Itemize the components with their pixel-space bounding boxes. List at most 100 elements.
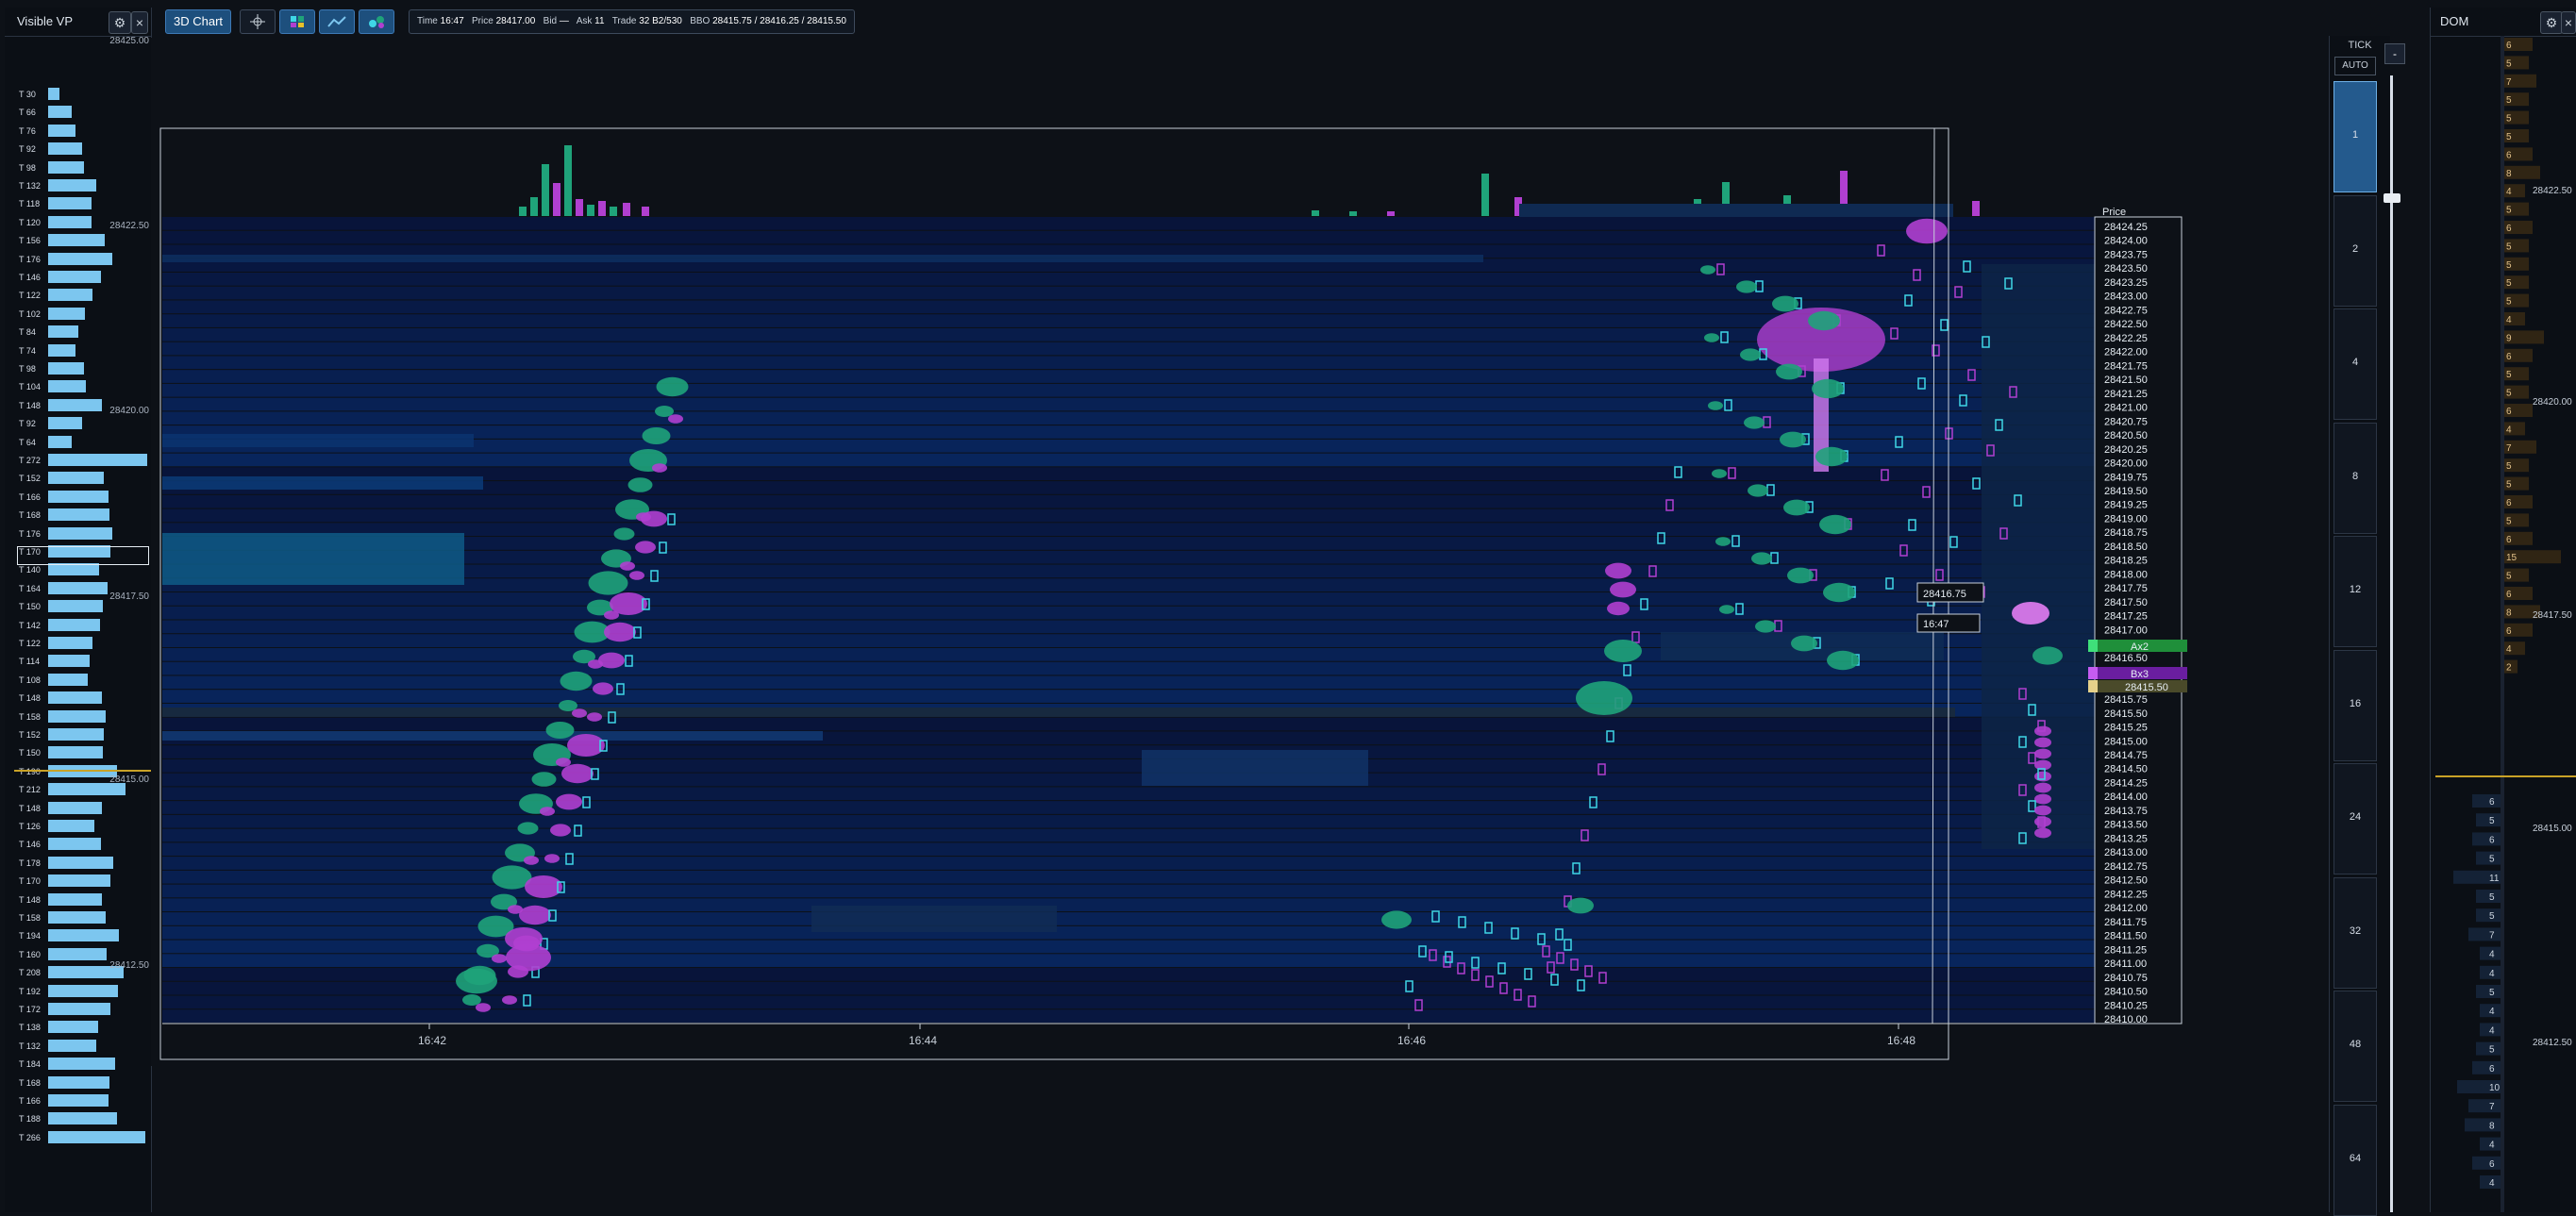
price-tick-label: 28423.00 — [2104, 292, 2148, 303]
trade-bubble — [2034, 737, 2051, 748]
tick-option-label: 2 — [2351, 242, 2359, 255]
tick-option-label: 16 — [2349, 697, 2362, 709]
vp-volume-bar — [48, 362, 84, 375]
vp-volume-bar — [48, 215, 92, 228]
tick-option-4[interactable]: 4 — [2333, 308, 2377, 420]
bubbles-toggle-button[interactable] — [359, 9, 394, 34]
tick-option-64[interactable]: 64 — [2333, 1104, 2377, 1216]
liquidity-band — [162, 708, 1955, 717]
vp-volume-bar — [48, 1021, 98, 1034]
vp-row-label: T 66 — [19, 108, 36, 118]
dom-bid-size: 4 — [2489, 950, 2495, 960]
vp-volume-bar — [48, 563, 99, 576]
price-tick-label: 28423.75 — [2104, 249, 2148, 260]
volume-bar — [1972, 201, 1980, 216]
3d-chart-button[interactable]: 3D Chart — [165, 9, 231, 34]
vp-row-label: T 150 — [19, 602, 41, 612]
liquidity-band — [162, 434, 474, 447]
crosshair-tool-button[interactable] — [240, 9, 276, 34]
tick-option-24[interactable]: 24 — [2333, 763, 2377, 875]
price-tick-label: 28422.75 — [2104, 305, 2148, 316]
tick-option-8[interactable]: 8 — [2333, 422, 2377, 534]
tick-option-32[interactable]: 32 — [2333, 876, 2377, 989]
vp-volume-bar — [48, 508, 109, 522]
dom-settings-gear-icon[interactable]: ⚙ — [2540, 11, 2563, 34]
dom-bid-bar — [2465, 1118, 2501, 1132]
trade-bubble — [545, 722, 575, 739]
heatmap-row — [162, 842, 2095, 857]
heatmap-toggle-button[interactable] — [279, 9, 315, 34]
vp-volume-bar — [48, 691, 102, 705]
vp-volume-bar — [48, 289, 92, 302]
vp-row-label: T 166 — [19, 1096, 41, 1106]
dom-ask-size: 6 — [2506, 41, 2512, 51]
heatmap-row — [162, 940, 2095, 954]
vp-close-icon[interactable]: × — [131, 11, 148, 34]
tick-option-2[interactable]: 2 — [2333, 194, 2377, 307]
vp-volume-bar — [48, 600, 103, 613]
trade-bubble — [1712, 469, 1727, 478]
trade-bubble — [1819, 514, 1851, 535]
tick-title: TICK — [2348, 40, 2372, 51]
price-tick-label: 28412.75 — [2104, 861, 2148, 873]
zoom-minus-button[interactable]: - — [2384, 43, 2405, 64]
tick-option-16[interactable]: 16 — [2333, 649, 2377, 761]
dom-close-icon[interactable]: × — [2561, 11, 2576, 34]
vp-volume-bar — [48, 875, 110, 888]
dom-ladder[interactable]: 6 5 7 5 5 5 6 8 4 5 6 5 5 5 5 4 9 6 5 5 6 4 7 5 5 6 5 6 15 5 6 8 6 4 2 6 5 6 5… — [2431, 36, 2576, 1212]
vp-volume-bar — [48, 343, 75, 357]
price-tick-label: 28424.00 — [2104, 236, 2148, 247]
vp-volume-bar — [48, 929, 119, 942]
price-tick-label: 28423.50 — [2104, 263, 2148, 275]
dom-bid-bar — [2476, 908, 2501, 923]
tick-option-12[interactable]: 12 — [2333, 536, 2377, 647]
vp-row-label: T 104 — [19, 382, 41, 392]
trade-bubble — [1776, 363, 1802, 380]
vp-row-label: T 192 — [19, 986, 41, 996]
vp-row-label: T 158 — [19, 711, 41, 722]
heatmap-row — [162, 1009, 2095, 1023]
tick-option-1[interactable]: 1 — [2333, 81, 2377, 192]
crosshair-time-label: 16:47 — [1923, 619, 1949, 630]
trade-bubble — [1704, 333, 1719, 342]
heatmap-row — [162, 661, 2095, 675]
price-tick-label: 28411.25 — [2104, 944, 2147, 956]
dom-price-label: 28417.50 — [2533, 610, 2572, 621]
vp-row-label: T 148 — [19, 400, 41, 410]
dom-bid-size: 8 — [2489, 1121, 2495, 1131]
vp-volume-bar — [48, 673, 88, 686]
trade-bubble — [1751, 552, 1772, 565]
dom-bid-size: 5 — [2489, 988, 2495, 998]
heatmap-row — [162, 745, 2095, 758]
heatmap-row — [162, 411, 2095, 425]
heatmap-chart[interactable]: 16:42 16:44 16:46 16:48 Price 28424.25 28424… — [151, 38, 2189, 1066]
vp-row-label: T 156 — [19, 236, 41, 246]
dom-ask-size: 6 — [2506, 590, 2512, 600]
line-toggle-button[interactable] — [319, 9, 355, 34]
tick-auto-button[interactable]: AUTO — [2334, 57, 2376, 75]
volume-bar — [610, 207, 617, 216]
volume-bar — [553, 183, 560, 216]
dom-ask-size: 4 — [2506, 425, 2512, 435]
price-tick-label: 28421.50 — [2104, 375, 2148, 386]
price-tick-label: 28414.75 — [2104, 750, 2148, 761]
dom-bid-size: 4 — [2489, 1025, 2495, 1036]
tick-option-48[interactable]: 48 — [2333, 991, 2377, 1102]
trade-bubble — [1755, 620, 1776, 633]
trade-bubble — [1610, 581, 1636, 598]
price-tick-label: 28418.25 — [2104, 556, 2148, 567]
zoom-slider-handle[interactable] — [2384, 193, 2400, 203]
heatmap-row — [162, 981, 2095, 995]
vp-row-label: T 166 — [19, 491, 41, 502]
trade-bubble — [1748, 484, 1768, 497]
vp-row-label: T 92 — [19, 419, 36, 429]
vp-volume-bar — [48, 435, 72, 448]
vp-volume-bar — [48, 490, 109, 503]
vp-settings-gear-icon[interactable]: ⚙ — [109, 11, 131, 34]
price-tick-label: 28422.50 — [2104, 319, 2148, 330]
vp-volume-bar — [48, 472, 104, 485]
dom-ask-size: 6 — [2506, 224, 2512, 234]
dom-bid-bar — [2476, 985, 2501, 998]
trade-bubble — [1708, 401, 1723, 410]
zoom-slider-track[interactable] — [2390, 75, 2393, 1212]
